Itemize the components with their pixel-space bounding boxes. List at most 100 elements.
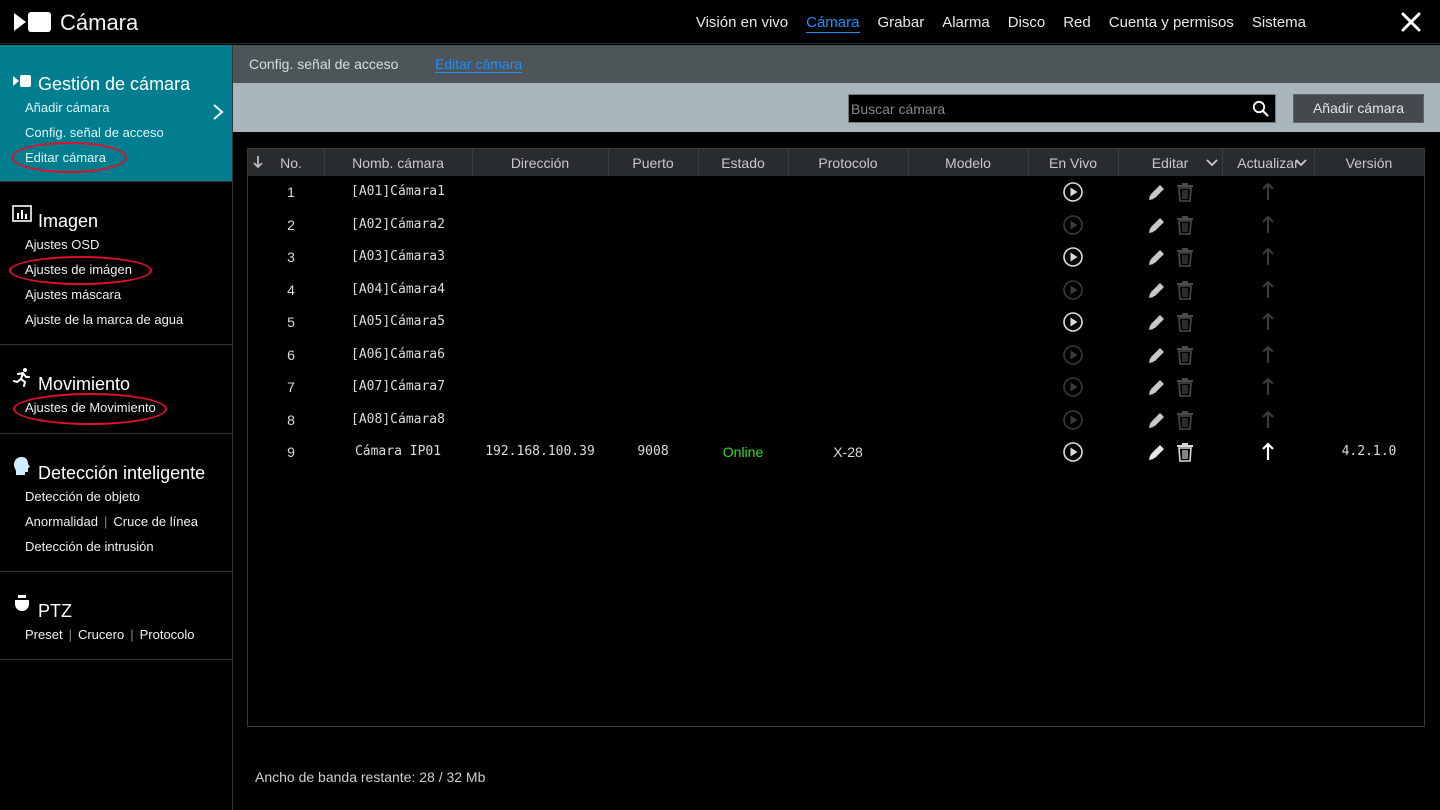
sidebar-item-osd[interactable]: Ajustes OSD [25,237,99,252]
cell-protocol: X-28 [833,444,863,460]
sidebar-item-watermark[interactable]: Ajuste de la marca de agua [25,312,183,327]
separator: | [68,627,72,642]
edit-pencil-icon[interactable] [1146,344,1168,366]
play-icon[interactable] [1062,376,1084,398]
play-icon[interactable] [1062,311,1084,333]
column-divider [788,149,789,176]
play-icon[interactable] [1062,181,1084,203]
trash-icon[interactable] [1174,441,1196,463]
sidebar-item-image-settings[interactable]: Ajustes de imágen [25,262,132,277]
upload-arrow-icon[interactable] [1257,214,1279,236]
edit-pencil-icon[interactable] [1146,214,1168,236]
edit-pencil-icon[interactable] [1146,246,1168,268]
upload-arrow-icon[interactable] [1257,376,1279,398]
upload-arrow-icon[interactable] [1257,409,1279,431]
table-row[interactable]: 9 Cámara IP01 192.168.100.39 9008 Online X-28… [248,436,1424,468]
nav-tab-6[interactable]: Cuenta y permisos [1109,14,1234,33]
search-icon[interactable] [1252,100,1269,117]
update-dropdown-icon[interactable] [1295,159,1307,167]
sidebar-item-abnormality[interactable]: Anormalidad [25,514,98,529]
cell-status: Online [722,444,764,460]
sidebar-ptz-title[interactable]: PTZ [38,601,72,622]
upload-arrow-icon[interactable] [1257,181,1279,203]
edit-pencil-icon[interactable] [1146,409,1168,431]
table-row[interactable]: 7 [A07]Cámara7 [248,371,1424,403]
table-row[interactable]: 5 [A05]Cámara5 [248,306,1424,338]
sidebar-image-title[interactable]: Imagen [38,211,98,232]
edit-pencil-icon[interactable] [1146,376,1168,398]
upload-arrow-icon[interactable] [1257,344,1279,366]
chevron-right-icon[interactable] [212,103,224,121]
nav-tab-3[interactable]: Alarma [942,14,990,33]
play-icon[interactable] [1062,441,1084,463]
sidebar-item-edit-camera[interactable]: Editar cámara [25,150,106,165]
edit-pencil-icon[interactable] [1146,311,1168,333]
tab-edit-camera[interactable]: Editar cámara [435,56,523,73]
trash-icon[interactable] [1174,409,1196,431]
trash-icon[interactable] [1174,311,1196,333]
upload-arrow-icon[interactable] [1257,311,1279,333]
trash-icon[interactable] [1174,279,1196,301]
nav-tab-7[interactable]: Sistema [1252,14,1306,33]
column-divider [1028,149,1029,176]
sidebar-item-add-camera[interactable]: Añadir cámara [25,100,110,115]
cell-name: [A03]Cámara3 [351,249,445,264]
nav-tab-4[interactable]: Disco [1008,14,1046,33]
sidebar-item-line-crossing[interactable]: Cruce de línea [113,514,198,529]
nav-tab-2[interactable]: Grabar [878,14,925,33]
sidebar-item-intrusion[interactable]: Detección de intrusión [25,539,154,554]
camera-icon [13,75,31,87]
column-divider [908,149,909,176]
edit-pencil-icon[interactable] [1146,441,1168,463]
sidebar-camera-title[interactable]: Gestión de cámara [38,74,190,95]
sidebar-section-detection: Detección inteligente Detección de objet… [0,434,232,572]
column-divider [608,149,609,176]
table-row[interactable]: 4 [A04]Cámara4 [248,274,1424,306]
trash-icon[interactable] [1174,214,1196,236]
play-icon[interactable] [1062,279,1084,301]
upload-arrow-icon[interactable] [1257,279,1279,301]
table-row[interactable]: 1 [A01]Cámara1 [248,176,1424,208]
sidebar-item-cruise[interactable]: Crucero [78,627,124,642]
sidebar-item-object-detection[interactable]: Detección de objeto [25,489,140,504]
table-row[interactable]: 8 [A08]Cámara8 [248,404,1424,436]
tab-access-signal[interactable]: Config. señal de acceso [249,56,398,72]
trash-icon[interactable] [1174,181,1196,203]
sidebar-motion-title[interactable]: Movimiento [38,374,130,395]
cell-no: 1 [287,184,295,200]
column-divider [324,149,325,176]
play-icon[interactable] [1062,214,1084,236]
nav-tab-5[interactable]: Red [1063,14,1091,33]
edit-pencil-icon[interactable] [1146,279,1168,301]
sidebar-item-access-signal[interactable]: Config. señal de acceso [25,125,164,140]
upload-arrow-icon[interactable] [1257,246,1279,268]
search-input[interactable] [851,97,1246,120]
table-row[interactable]: 6 [A06]Cámara6 [248,339,1424,371]
sidebar-item-motion-settings[interactable]: Ajustes de Movimiento [25,400,156,415]
nav-tab-0[interactable]: Visión en vivo [696,14,788,33]
trash-icon[interactable] [1174,376,1196,398]
sidebar-item-mask[interactable]: Ajustes máscara [25,287,121,302]
play-icon[interactable] [1062,344,1084,366]
trash-icon[interactable] [1174,344,1196,366]
edit-pencil-icon[interactable] [1146,181,1168,203]
nav-tab-1[interactable]: Cámara [806,14,860,33]
sidebar-ptz-items-row: Preset | Crucero | Protocolo [25,627,195,642]
upload-arrow-icon[interactable] [1257,441,1279,463]
sidebar-detection-title[interactable]: Detección inteligente [38,463,205,484]
add-camera-button[interactable]: Añadir cámara [1293,94,1424,123]
sidebar-item-preset[interactable]: Preset [25,627,63,642]
close-icon[interactable] [1400,11,1422,33]
edit-dropdown-icon[interactable] [1206,159,1218,167]
play-icon[interactable] [1062,246,1084,268]
column-header: Nomb. cámara [352,155,444,171]
sort-down-icon[interactable] [252,155,264,169]
sidebar-item-protocol[interactable]: Protocolo [140,627,195,642]
play-icon[interactable] [1062,409,1084,431]
cell-no: 3 [287,249,295,265]
cell-no: 7 [287,379,295,395]
cell-version: 4.2.1.0 [1341,444,1397,459]
table-row[interactable]: 3 [A03]Cámara3 [248,241,1424,273]
table-row[interactable]: 2 [A02]Cámara2 [248,209,1424,241]
trash-icon[interactable] [1174,246,1196,268]
